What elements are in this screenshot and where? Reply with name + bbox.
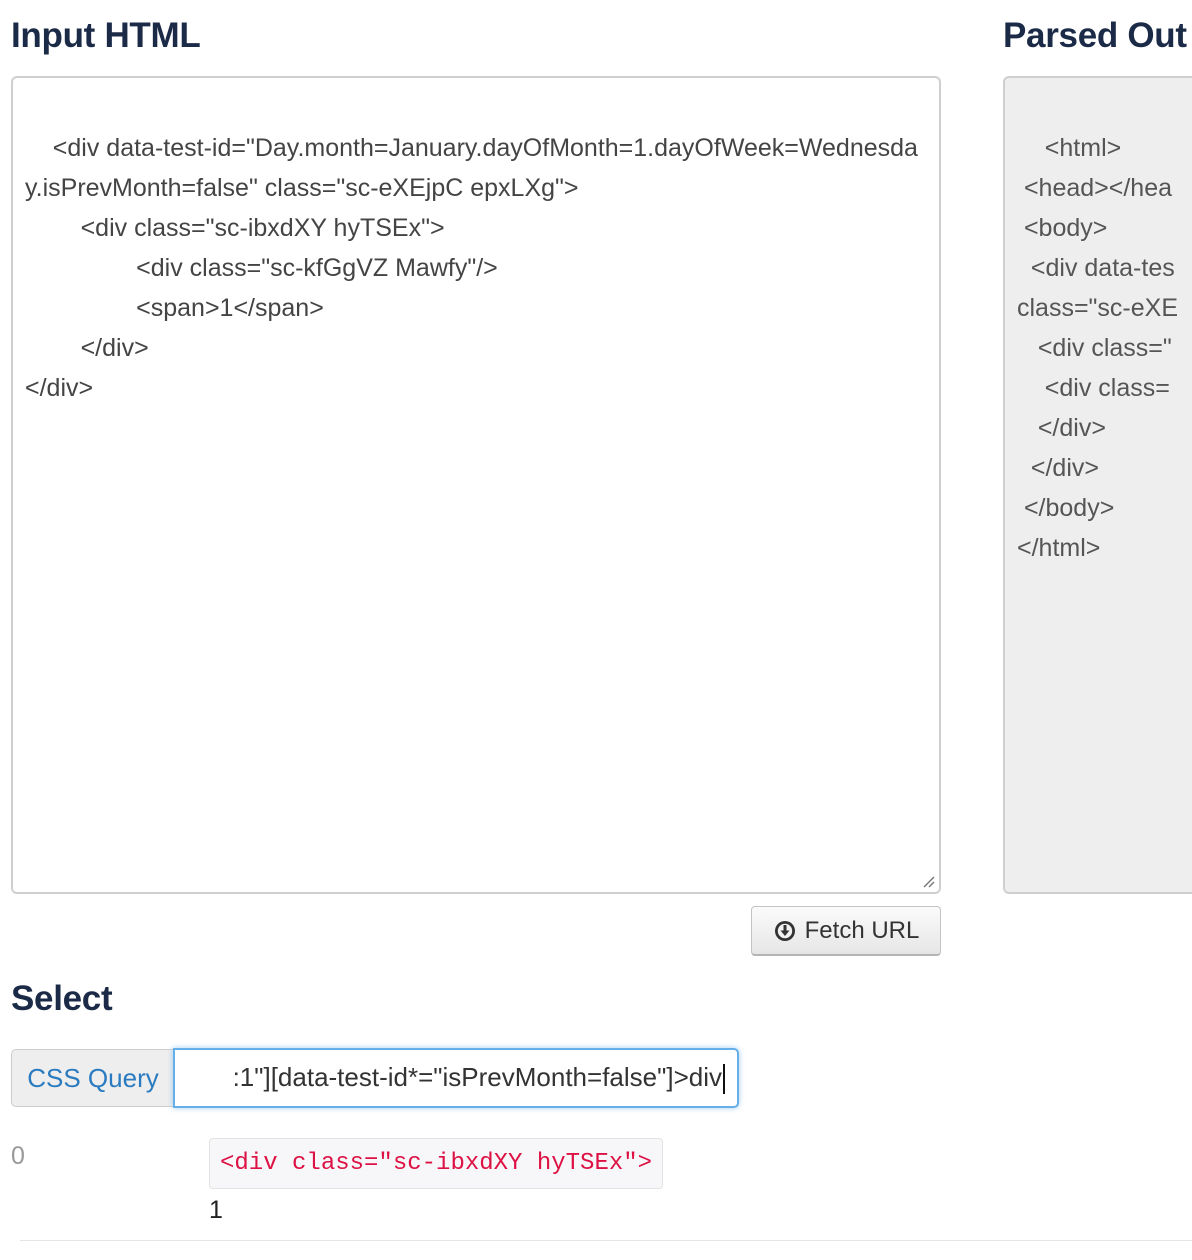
resize-handle-icon[interactable] <box>921 874 935 888</box>
fetch-url-label: Fetch URL <box>804 916 920 944</box>
download-circle-icon <box>774 920 795 941</box>
text-caret <box>723 1064 725 1095</box>
select-heading: Select <box>11 979 113 1018</box>
parsed-output-heading: Parsed Out <box>1003 16 1187 55</box>
css-query-input[interactable]: :1"][data-test-id*="isPrevMonth=false"]>… <box>173 1048 739 1108</box>
result-divider <box>20 1240 1192 1241</box>
result-element-code: <div class="sc-ibxdXY hyTSEx"> <box>209 1138 664 1189</box>
fetch-url-button[interactable]: Fetch URL <box>751 906 941 956</box>
input-html-heading: Input HTML <box>11 16 201 55</box>
css-query-label: CSS Query <box>11 1049 174 1107</box>
result-element-text: 1 <box>209 1196 223 1224</box>
page: Input HTML Parsed Out <div data-test-id=… <box>0 0 1192 1260</box>
parsed-output-panel: <html> <head></hea <body> <div data-tes … <box>1003 76 1192 894</box>
input-html-text: <div data-test-id="Day.month=January.day… <box>25 134 918 402</box>
parsed-output-text: <html> <head></hea <body> <div data-tes … <box>1017 134 1179 562</box>
input-html-textarea[interactable]: <div data-test-id="Day.month=January.day… <box>11 76 941 894</box>
result-index: 0 <box>11 1142 25 1170</box>
css-query-text: :1"][data-test-id*="isPrevMonth=false"]>… <box>233 1062 725 1095</box>
